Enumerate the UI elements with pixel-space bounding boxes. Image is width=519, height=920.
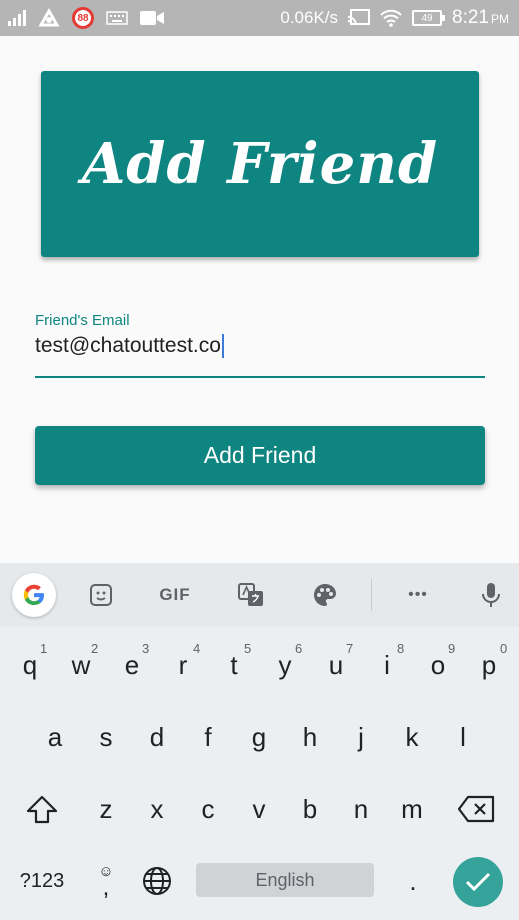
key-hint: 1 [40, 641, 48, 656]
key-m[interactable]: m [387, 779, 437, 839]
network-speed: 0.06K/s [280, 8, 339, 27]
key-r[interactable]: r [158, 635, 208, 695]
key-l[interactable]: l [438, 707, 488, 767]
backspace-key[interactable] [448, 779, 504, 839]
google-icon[interactable] [12, 573, 56, 617]
period-key[interactable]: . [390, 851, 436, 911]
soft-keyboard: GIF ••• q 1 w 2 e 3 r 4 t 5 y 6 u 7 i 8 … [0, 563, 519, 920]
key-hint: 2 [91, 641, 99, 656]
language-key[interactable] [135, 851, 179, 911]
globe-icon [143, 867, 171, 895]
key-label: i [384, 649, 390, 680]
key-label: w [71, 649, 91, 680]
comma-key[interactable]: ☺ , [88, 851, 124, 911]
email-field[interactable]: test@chatouttest.co [35, 332, 485, 378]
symbols-key[interactable]: ?123 [10, 851, 74, 911]
more-options-button[interactable]: ••• [400, 579, 436, 611]
key-label: r [178, 649, 188, 680]
key-x[interactable]: x [132, 779, 182, 839]
key-y[interactable]: y [260, 635, 310, 695]
clock-ampm: PM [491, 12, 509, 26]
wifi-icon [380, 9, 402, 27]
email-field-value: test@chatouttest.co [35, 334, 221, 357]
key-label: o [430, 649, 446, 680]
key-t[interactable]: t [209, 635, 259, 695]
translate-icon[interactable] [236, 579, 266, 611]
email-field-label: Friend's Email [35, 312, 130, 329]
key-c[interactable]: c [183, 779, 233, 839]
backspace-icon [457, 795, 495, 823]
signal-icon [8, 10, 26, 26]
key-b[interactable]: b [285, 779, 335, 839]
key-hint: 4 [193, 641, 201, 656]
key-h[interactable]: h [285, 707, 335, 767]
key-label: y [278, 649, 292, 680]
key-j[interactable]: j [336, 707, 386, 767]
key-label: u [328, 649, 344, 680]
add-friend-screen: Add Friend Friend's Email test@chatoutte… [0, 36, 519, 563]
key-w[interactable]: w [56, 635, 106, 695]
key-a[interactable]: a [30, 707, 80, 767]
battery-level: 49 [421, 12, 433, 24]
hero-banner: Add Friend [41, 71, 479, 257]
battery-icon: 49 [412, 10, 446, 26]
key-s[interactable]: s [81, 707, 131, 767]
key-q[interactable]: q [5, 635, 55, 695]
app-notification-icon [38, 8, 60, 28]
key-o[interactable]: o [413, 635, 463, 695]
key-i[interactable]: i [362, 635, 412, 695]
keyboard-toolbar: GIF ••• [0, 563, 519, 627]
clock: 8:21 PM [452, 7, 509, 29]
keyboard-icon [106, 11, 128, 25]
key-e[interactable]: e [107, 635, 157, 695]
status-bar: 88 0.06K/s 49 8:21 PM [0, 0, 519, 36]
toolbar-divider [371, 579, 372, 611]
key-f[interactable]: f [183, 707, 233, 767]
microphone-icon[interactable] [478, 579, 504, 611]
key-n[interactable]: n [336, 779, 386, 839]
clock-time: 8:21 [452, 7, 489, 28]
checkmark-icon [465, 872, 491, 892]
space-bar[interactable]: English [196, 863, 374, 897]
key-k[interactable]: k [387, 707, 437, 767]
comma-label: , [102, 874, 110, 901]
cast-icon [348, 9, 371, 27]
text-cursor [221, 334, 224, 358]
add-friend-button[interactable]: Add Friend [35, 426, 485, 485]
key-hint: 6 [295, 641, 303, 656]
key-label: e [124, 649, 140, 680]
gif-button[interactable]: GIF [155, 579, 195, 611]
key-d[interactable]: d [132, 707, 182, 767]
key-z[interactable]: z [81, 779, 131, 839]
video-camera-icon [140, 10, 164, 26]
key-g[interactable]: g [234, 707, 284, 767]
notification-badge: 88 [72, 7, 94, 29]
key-hint: 7 [346, 641, 354, 656]
key-hint: 9 [448, 641, 456, 656]
hero-title: Add Friend [81, 131, 439, 197]
shift-key[interactable] [15, 779, 69, 839]
enter-key[interactable] [453, 857, 503, 907]
key-hint: 5 [244, 641, 252, 656]
key-hint: 8 [397, 641, 405, 656]
key-label: q [22, 649, 38, 680]
shift-icon [26, 795, 58, 824]
palette-icon[interactable] [310, 579, 340, 611]
key-label: t [230, 649, 238, 680]
key-v[interactable]: v [234, 779, 284, 839]
key-u[interactable]: u [311, 635, 361, 695]
key-hint: 0 [500, 641, 508, 656]
sticker-icon[interactable] [86, 579, 116, 611]
key-hint: 3 [142, 641, 150, 656]
key-label: p [481, 649, 497, 680]
